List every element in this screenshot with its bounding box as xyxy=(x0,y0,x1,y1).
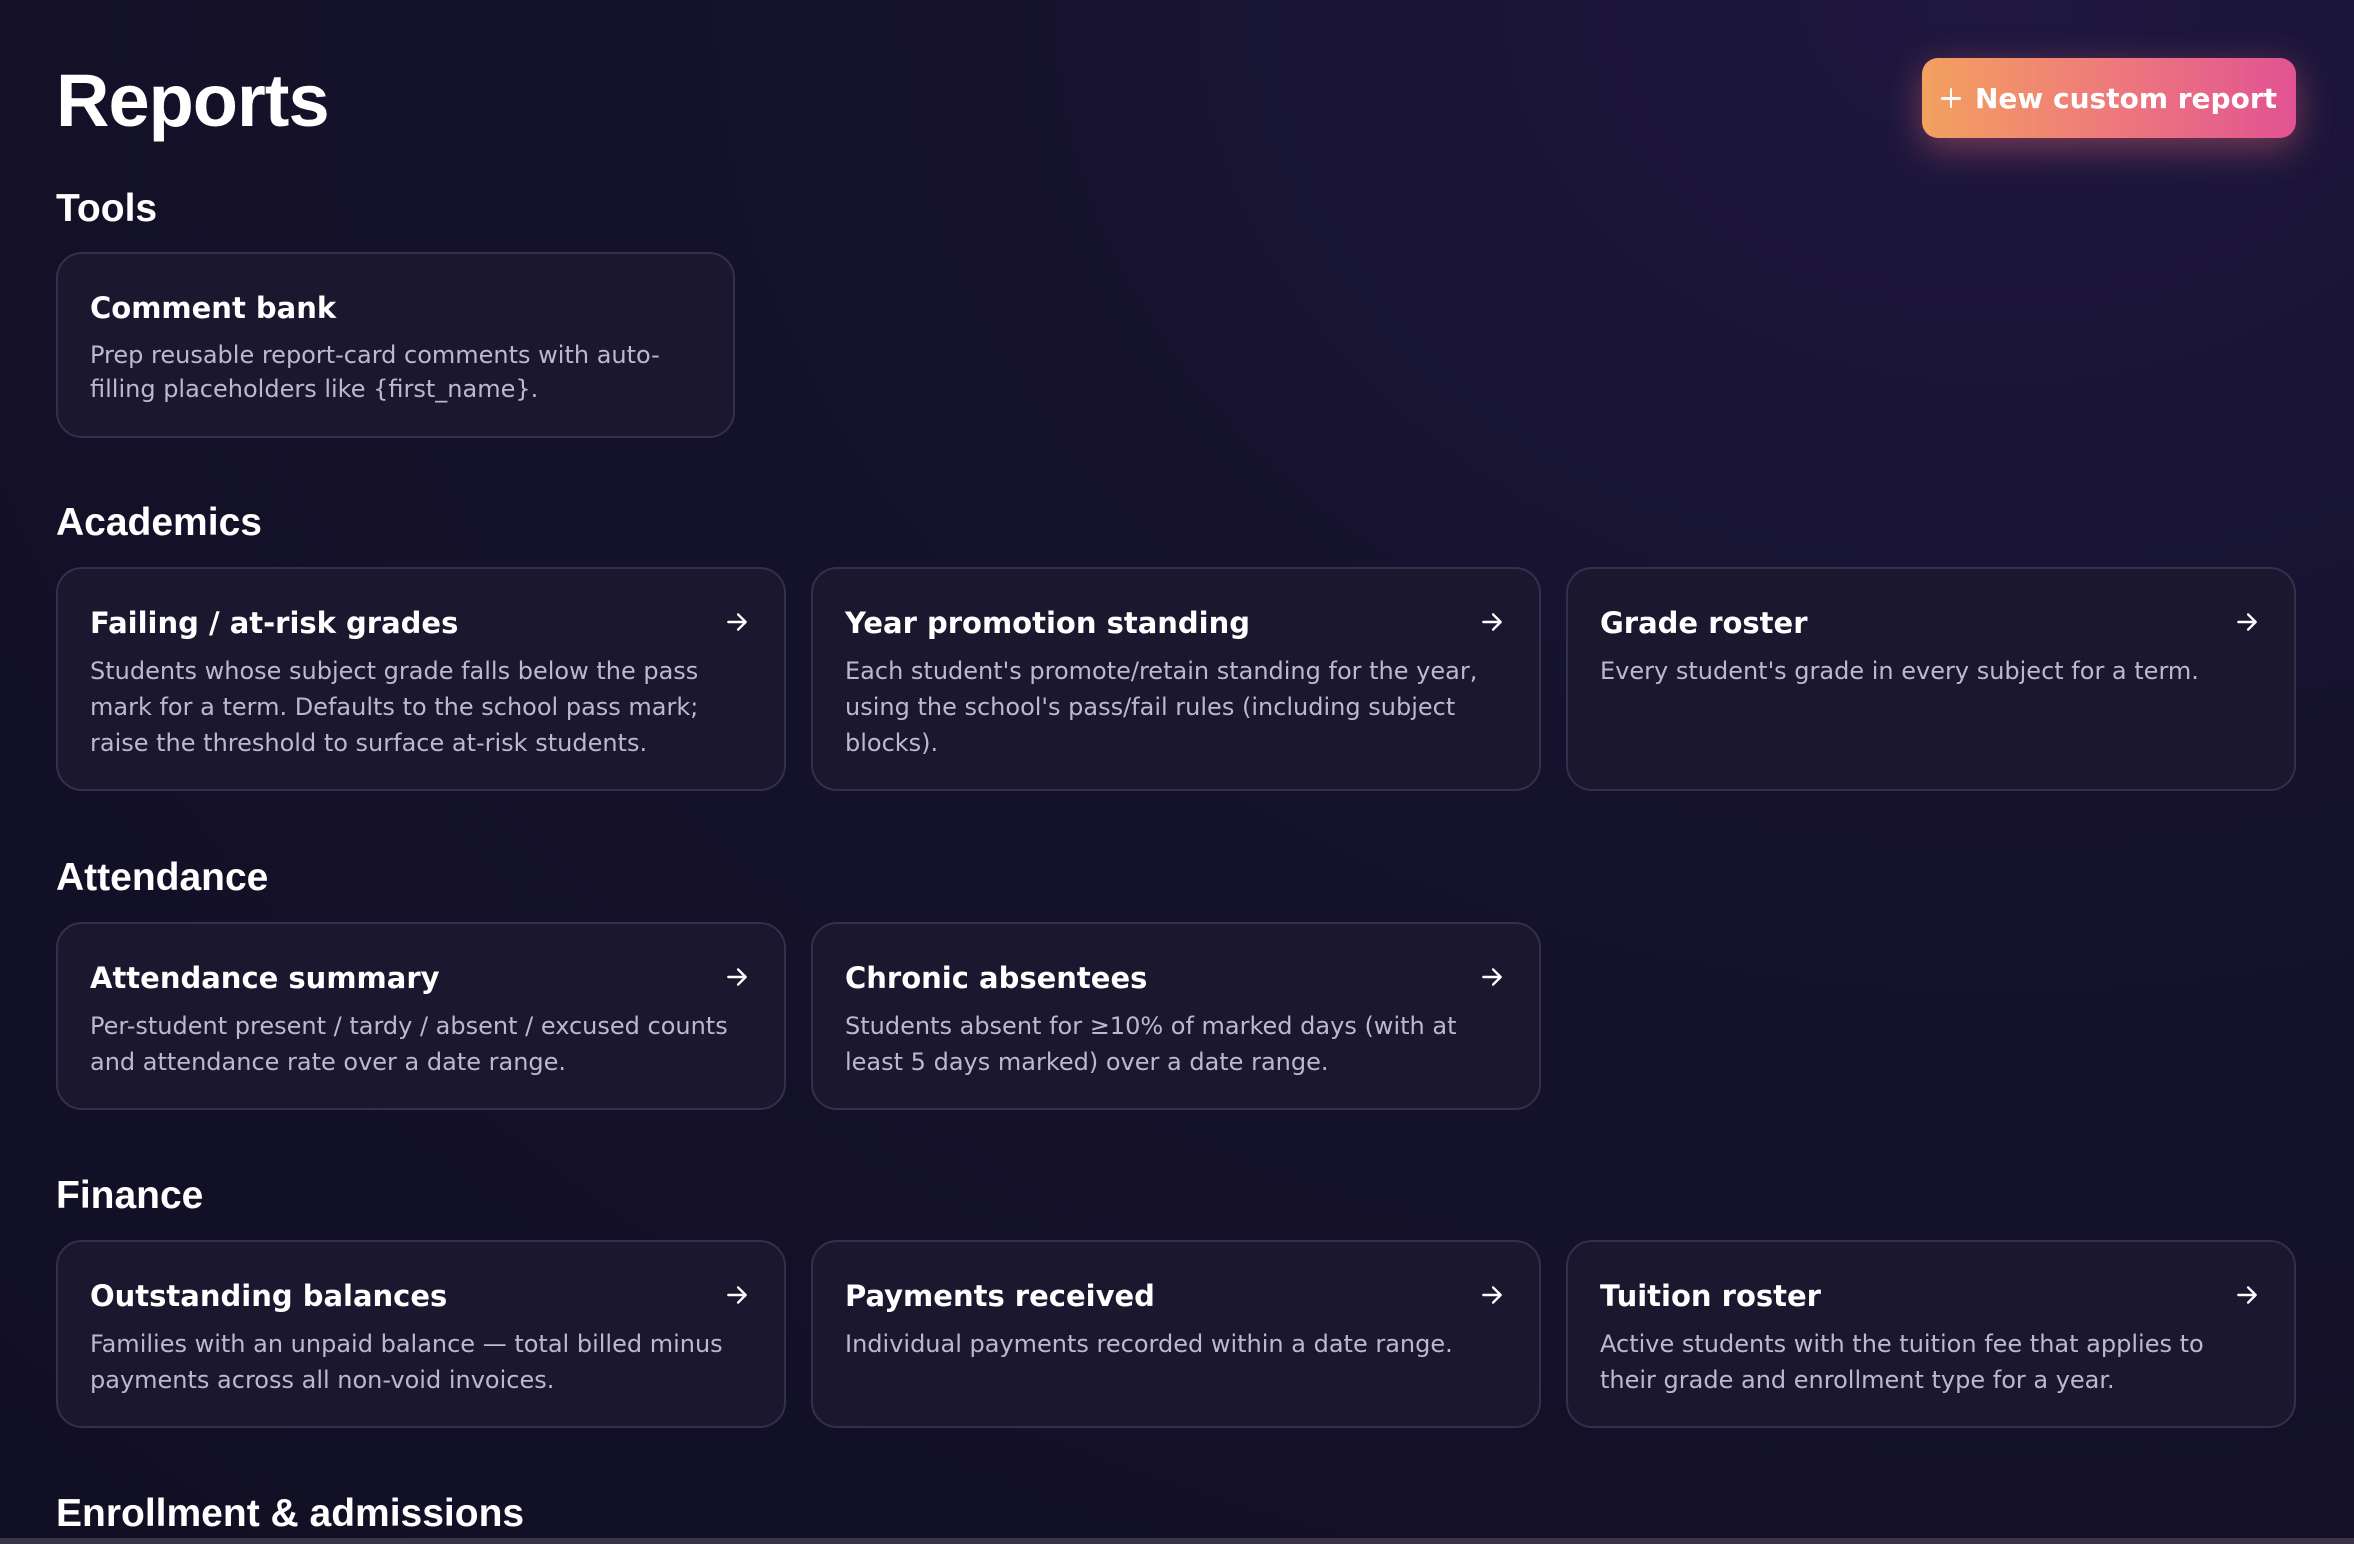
card-title: Outstanding balances xyxy=(90,1279,448,1313)
new-custom-report-button[interactable]: New custom report xyxy=(1922,58,2296,138)
arrow-right-icon xyxy=(727,968,747,986)
card-title: Chronic absentees xyxy=(845,961,1148,995)
section-title-enrollment-admissions: Enrollment & admissions xyxy=(56,1492,525,1535)
report-card-attendance-summary[interactable]: Attendance summary Per-student present /… xyxy=(56,922,786,1110)
section-title-attendance: Attendance xyxy=(56,856,269,899)
report-card-outstanding-balances[interactable]: Outstanding balances Families with an un… xyxy=(56,1240,786,1428)
card-description: Prep reusable report-card comments with … xyxy=(90,341,660,403)
arrow-right-icon xyxy=(2237,613,2257,631)
arrow-right-icon xyxy=(1482,1286,1502,1304)
arrow-right-icon xyxy=(1482,613,1502,631)
card-title: Comment bank xyxy=(90,291,337,325)
horizontal-scrollbar[interactable] xyxy=(0,1538,2354,1544)
arrow-right-icon xyxy=(727,1286,747,1304)
card-description: Active students with the tuition fee tha… xyxy=(1600,1330,2204,1394)
report-card-failing-at-risk-grades[interactable]: Failing / at-risk grades Students whose … xyxy=(56,567,786,791)
report-card-chronic-absentees[interactable]: Chronic absentees Students absent for ≥1… xyxy=(811,922,1541,1110)
section-title-academics: Academics xyxy=(56,501,262,544)
card-title: Grade roster xyxy=(1600,606,1808,640)
report-card-comment-bank[interactable]: Comment bank Prep reusable report-card c… xyxy=(56,252,735,438)
card-description: Individual payments recorded within a da… xyxy=(845,1330,1453,1358)
section-title-finance: Finance xyxy=(56,1174,204,1217)
report-card-grade-roster[interactable]: Grade roster Every student's grade in ev… xyxy=(1566,567,2296,791)
card-description: Per-student present / tardy / absent / e… xyxy=(90,1012,728,1076)
card-description: Families with an unpaid balance — total … xyxy=(90,1330,723,1394)
new-custom-report-label: New custom report xyxy=(1974,81,2278,115)
plus-icon xyxy=(1940,88,1961,108)
card-title: Failing / at-risk grades xyxy=(90,606,459,640)
card-description: Students whose subject grade falls below… xyxy=(90,657,699,757)
arrow-right-icon xyxy=(2237,1286,2257,1304)
arrow-right-icon xyxy=(727,613,747,631)
card-description: Every student's grade in every subject f… xyxy=(1600,657,2199,685)
section-title-tools: Tools xyxy=(56,187,158,230)
page-title: Reports xyxy=(56,59,330,142)
card-title: Year promotion standing xyxy=(845,606,1251,640)
arrow-right-icon xyxy=(1482,968,1502,986)
card-description: Each student's promote/retain standing f… xyxy=(845,657,1478,757)
card-title: Tuition roster xyxy=(1600,1279,1821,1313)
card-title: Payments received xyxy=(845,1279,1155,1313)
report-card-payments-received[interactable]: Payments received Individual payments re… xyxy=(811,1240,1541,1428)
report-card-tuition-roster[interactable]: Tuition roster Active students with the … xyxy=(1566,1240,2296,1428)
card-title: Attendance summary xyxy=(90,961,440,995)
report-card-year-promotion-standing[interactable]: Year promotion standing Each student's p… xyxy=(811,567,1541,791)
card-description: Students absent for ≥10% of marked days … xyxy=(845,1012,1457,1076)
